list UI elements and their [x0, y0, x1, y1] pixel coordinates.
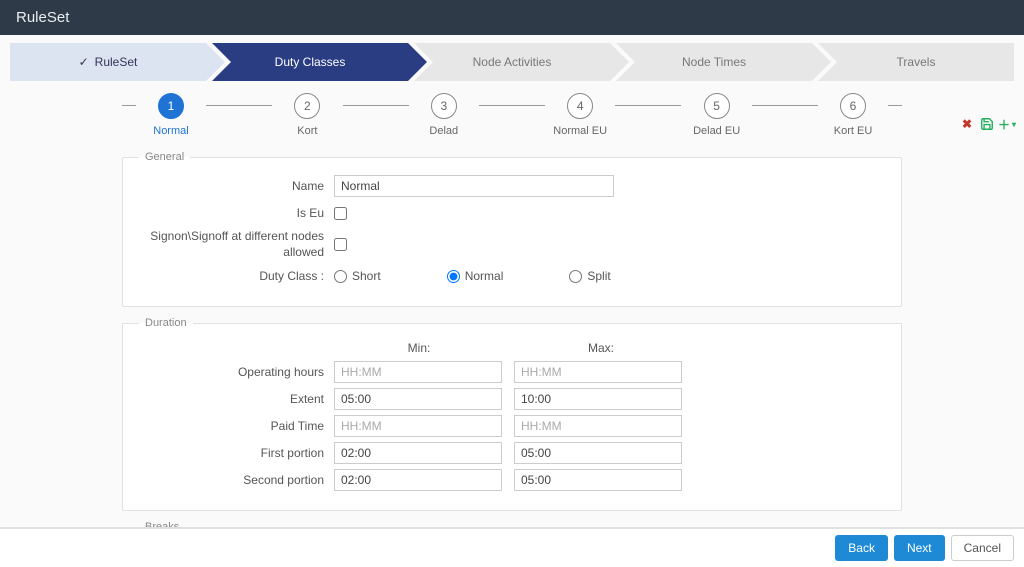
operating-max-input[interactable] — [514, 361, 682, 383]
wizard-step-travels[interactable]: Travels — [818, 43, 1014, 81]
step-korteu[interactable]: 6 Kort EU — [818, 93, 888, 137]
wizard-step-nodeactivities[interactable]: Node Activities — [414, 43, 610, 81]
delete-icon[interactable]: ✖ — [960, 117, 974, 131]
extent-max-input[interactable] — [514, 388, 682, 410]
wizard-step-label: Node Activities — [473, 55, 552, 69]
step-deladeu[interactable]: 5 Delad EU — [681, 93, 751, 137]
next-button[interactable]: Next — [894, 535, 945, 561]
max-header: Max: — [516, 341, 686, 355]
operating-min-input[interactable] — [334, 361, 502, 383]
stepper-toolbar: ✖ ＋▾ — [960, 117, 1014, 131]
add-icon[interactable]: ＋▾ — [1000, 117, 1014, 131]
step-circle[interactable]: 6 — [840, 93, 866, 119]
step-circle[interactable]: 4 — [567, 93, 593, 119]
cancel-button[interactable]: Cancel — [951, 535, 1014, 561]
footer-bar: Back Next Cancel — [0, 527, 1024, 567]
step-normaleu[interactable]: 4 Normal EU — [545, 93, 615, 137]
duration-legend: Duration — [139, 317, 193, 329]
operating-label: Operating hours — [139, 365, 334, 379]
step-normal[interactable]: 1 Normal — [136, 93, 206, 137]
radio-short[interactable]: Short — [334, 269, 381, 283]
name-label: Name — [139, 179, 334, 193]
step-circle[interactable]: 3 — [431, 93, 457, 119]
signon-label: Signon\Signoff at different nodes allowe… — [139, 229, 334, 260]
wizard-step-label: RuleSet — [95, 55, 138, 69]
extent-label: Extent — [139, 392, 334, 406]
dutyclass-label: Duty Class : — [139, 269, 334, 283]
wizard-step-nodetimes[interactable]: Node Times — [616, 43, 812, 81]
wizard-step-label: Duty Classes — [275, 55, 346, 69]
paid-label: Paid Time — [139, 419, 334, 433]
step-label: Delad EU — [681, 125, 751, 137]
save-icon[interactable] — [980, 117, 994, 131]
step-kort[interactable]: 2 Kort — [272, 93, 342, 137]
min-header: Min: — [334, 341, 504, 355]
iseu-checkbox[interactable] — [334, 207, 347, 220]
page-title: RuleSet — [0, 0, 1024, 35]
radio-split[interactable]: Split — [569, 269, 610, 283]
iseu-label: Is Eu — [139, 206, 334, 220]
radio-normal[interactable]: Normal — [447, 269, 504, 283]
step-label: Kort EU — [818, 125, 888, 137]
paid-max-input[interactable] — [514, 415, 682, 437]
step-label: Delad — [409, 125, 479, 137]
duration-fieldset: Duration Min: Max: Operating hours Exten… — [122, 317, 902, 511]
general-legend: General — [139, 151, 190, 163]
second-max-input[interactable] — [514, 469, 682, 491]
step-label: Normal EU — [545, 125, 615, 137]
step-circle[interactable]: 1 — [158, 93, 184, 119]
back-button[interactable]: Back — [835, 535, 888, 561]
step-circle[interactable]: 5 — [704, 93, 730, 119]
wizard-step-label: Node Times — [682, 55, 746, 69]
wizard-step-ruleset[interactable]: ✓ RuleSet — [10, 43, 206, 81]
paid-min-input[interactable] — [334, 415, 502, 437]
dutyclass-stepper: 1 Normal 2 Kort 3 Delad 4 Normal EU 5 De… — [122, 93, 902, 137]
wizard-steps: ✓ RuleSet Duty Classes Node Activities N… — [10, 43, 1014, 81]
check-icon: ✓ — [79, 55, 89, 69]
wizard-step-dutyclasses[interactable]: Duty Classes — [212, 43, 408, 81]
wizard-step-label: Travels — [897, 55, 936, 69]
step-label: Kort — [272, 125, 342, 137]
step-label: Normal — [136, 125, 206, 137]
chevron-down-icon: ▾ — [1012, 120, 1016, 129]
step-delad[interactable]: 3 Delad — [409, 93, 479, 137]
second-label: Second portion — [139, 473, 334, 487]
step-circle[interactable]: 2 — [294, 93, 320, 119]
general-fieldset: General Name Is Eu Signon\Signoff at dif… — [122, 151, 902, 307]
first-label: First portion — [139, 446, 334, 460]
signon-checkbox[interactable] — [334, 238, 347, 251]
extent-min-input[interactable] — [334, 388, 502, 410]
first-min-input[interactable] — [334, 442, 502, 464]
name-input[interactable] — [334, 175, 614, 197]
first-max-input[interactable] — [514, 442, 682, 464]
second-min-input[interactable] — [334, 469, 502, 491]
